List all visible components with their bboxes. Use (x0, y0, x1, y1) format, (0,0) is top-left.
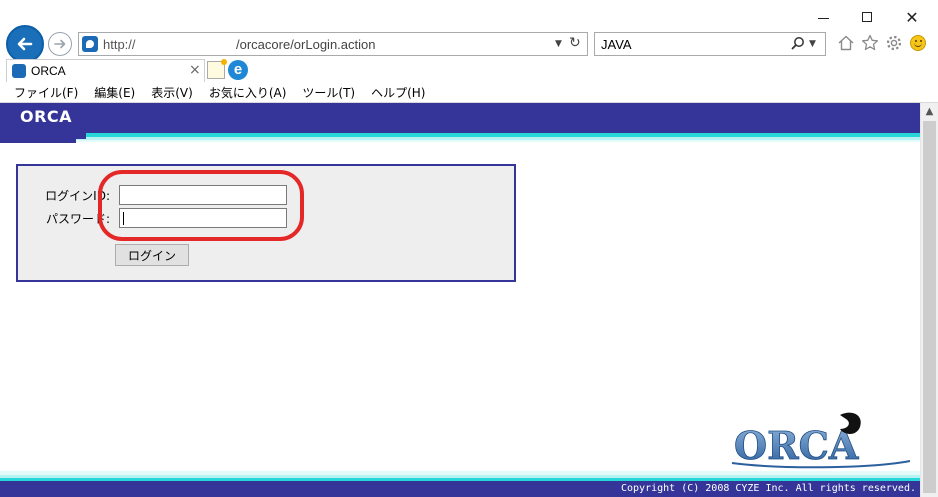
logo-text: ORCA (734, 423, 859, 468)
smiley-feedback-icon[interactable] (908, 32, 928, 54)
vertical-scrollbar[interactable]: ▲ (920, 103, 938, 497)
back-button[interactable] (6, 25, 44, 63)
header-stripe (0, 140, 920, 142)
search-input[interactable]: JAVA (601, 37, 632, 52)
menu-favorites[interactable]: お気に入り(A) (209, 84, 287, 101)
refresh-icon[interactable]: ↻ (569, 35, 581, 51)
search-icon[interactable] (791, 36, 805, 54)
menu-bar: ファイル(F) 編集(E) 表示(V) お気に入り(A) ツール(T) ヘルプ(… (0, 82, 938, 102)
page-header: ORCA (0, 103, 920, 133)
chevron-down-icon[interactable]: ▼ (555, 39, 562, 49)
new-tab-icon[interactable] (207, 59, 227, 79)
tab-row: ORCA × e (0, 59, 938, 82)
copyright-text: Copyright (C) 2008 CYZE Inc. All rights … (620, 483, 916, 494)
star-icon[interactable] (860, 32, 880, 54)
search-box[interactable]: JAVA ▼ (594, 32, 826, 56)
tab-title: ORCA (31, 64, 66, 78)
site-favicon-icon (82, 36, 98, 52)
address-protocol: http:// (103, 37, 136, 52)
orca-logo: ORCA (731, 412, 911, 468)
arrow-right-icon (54, 39, 66, 49)
menu-file[interactable]: ファイル(F) (14, 84, 78, 101)
login-button[interactable]: ログイン (115, 244, 189, 266)
menu-tools[interactable]: ツール(T) (302, 84, 355, 101)
close-icon[interactable]: ✕ (897, 6, 927, 28)
page-content: ORCA ログインID: パスワード: ログイン ORCA Copyright … (0, 103, 920, 497)
home-icon[interactable] (836, 32, 856, 54)
edge-browser-icon[interactable]: e (228, 60, 248, 80)
scrollbar-thumb[interactable] (923, 121, 936, 493)
browser-chrome: ✕ http:// /orcacore/orLogin.action ▼ ↻ J… (0, 0, 938, 103)
menu-edit[interactable]: 編集(E) (94, 84, 135, 101)
tab-close-icon[interactable]: × (189, 62, 201, 78)
address-bar[interactable]: http:// /orcacore/orLogin.action ▼ ↻ (78, 32, 588, 56)
header-title: ORCA (20, 107, 73, 126)
annotation-highlight (98, 170, 304, 241)
site-favicon-icon (12, 64, 26, 78)
chevron-up-icon[interactable]: ▲ (921, 103, 938, 120)
page-footer: Copyright (C) 2008 CYZE Inc. All rights … (0, 481, 920, 497)
header-notch (0, 139, 76, 143)
tab-orca[interactable]: ORCA × (6, 59, 205, 82)
forward-button[interactable] (48, 32, 72, 56)
arrow-left-icon (17, 37, 33, 51)
menu-view[interactable]: 表示(V) (151, 84, 193, 101)
address-path: /orcacore/orLogin.action (236, 37, 376, 52)
maximize-icon[interactable] (852, 6, 882, 28)
menu-help[interactable]: ヘルプ(H) (371, 84, 425, 101)
chevron-down-icon[interactable]: ▼ (809, 39, 816, 49)
gear-icon[interactable] (884, 32, 904, 54)
minimize-icon[interactable] (808, 6, 838, 28)
